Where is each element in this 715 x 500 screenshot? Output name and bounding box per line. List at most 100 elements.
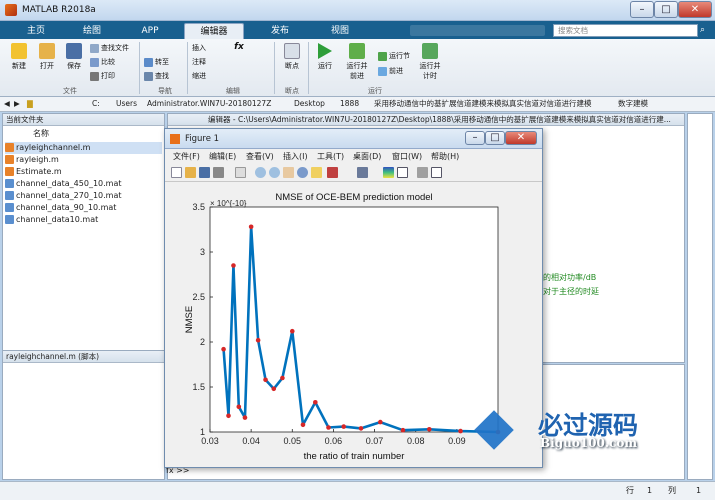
menu-window[interactable]: 窗口(W) — [392, 150, 422, 164]
editor-title: 编辑器 - C:\Users\Administrator.WIN7U-20180… — [168, 114, 684, 126]
new-button[interactable]: 新建 — [6, 43, 32, 71]
figure-title-bar: Figure 1 – □ ✕ — [165, 129, 542, 149]
run-section-button[interactable]: 运行节 — [378, 51, 414, 61]
address-bar[interactable]: ◀ ▶ ▇ C: Users Administrator.WIN7U-20180… — [0, 97, 715, 112]
list-item[interactable]: channel_data_90_10.mat — [5, 202, 116, 214]
folder-icon — [39, 43, 55, 59]
run-advance-button[interactable]: 运行并 前进 — [342, 43, 372, 81]
data-point — [236, 404, 242, 410]
divider — [274, 42, 275, 94]
figure-minimize-button[interactable]: – — [465, 131, 485, 145]
show-plot-tools-icon[interactable] — [431, 167, 442, 178]
tab-view[interactable]: 视图 — [316, 23, 364, 39]
menu-file[interactable]: 文件(F) — [173, 150, 200, 164]
breadcrumb-admin[interactable]: Administrator.WIN7U-20180127Z — [147, 97, 271, 111]
print-icon[interactable] — [213, 167, 224, 178]
tab-plots[interactable]: 绘图 — [70, 23, 114, 39]
list-item[interactable]: channel_data_270_10.mat — [5, 190, 122, 202]
brush-icon[interactable] — [327, 167, 338, 178]
zoom-out-icon[interactable] — [269, 167, 280, 178]
back-arrow-icon[interactable]: ◀ — [4, 97, 10, 111]
list-item[interactable]: channel_data_450_10.mat — [5, 178, 122, 190]
link-icon[interactable] — [357, 167, 368, 178]
details-header: rayleighchannel.m (脚本) — [3, 351, 164, 363]
search-icon[interactable]: ⌕ — [700, 25, 705, 35]
legend-icon[interactable] — [397, 167, 408, 178]
list-item[interactable]: rayleigh.m — [5, 154, 59, 166]
breadcrumb-desktop[interactable]: Desktop — [294, 97, 325, 111]
save-button[interactable]: 保存 — [61, 43, 87, 71]
breadcrumb-1888[interactable]: 1888 — [340, 97, 359, 111]
tab-editor[interactable]: 编辑器 — [184, 23, 244, 39]
list-item[interactable]: Estimate.m — [5, 166, 62, 178]
find-files-button[interactable]: 查找文件 — [90, 43, 136, 53]
menu-desktop[interactable]: 桌面(D) — [353, 150, 381, 164]
menu-edit[interactable]: 编辑(E) — [209, 150, 236, 164]
open-icon[interactable] — [185, 167, 196, 178]
zoom-in-icon[interactable] — [255, 167, 266, 178]
data-point — [271, 386, 277, 392]
row-value: 1 — [647, 486, 653, 495]
print-icon — [90, 71, 99, 81]
breadcrumb-drive[interactable]: C: — [92, 97, 100, 111]
go-to-button[interactable]: 转至 — [144, 57, 184, 67]
list-item[interactable]: channel_data10.mat — [5, 214, 98, 226]
run-advance-icon — [349, 43, 365, 59]
maximize-button[interactable]: □ — [654, 1, 678, 18]
open-button[interactable]: 打开 — [34, 43, 60, 71]
data-cursor-icon[interactable] — [311, 167, 322, 178]
data-point — [341, 424, 347, 429]
y-tick-label: 3 — [200, 247, 205, 257]
group-run-label: 运行 — [368, 87, 382, 95]
list-item[interactable]: rayleighchannel.m — [5, 142, 162, 154]
figure-close-button[interactable]: ✕ — [505, 131, 537, 145]
command-prompt[interactable]: fx >> — [166, 466, 543, 480]
x-tick-label: 0.06 — [325, 436, 343, 446]
fx-button[interactable]: fx — [232, 42, 246, 52]
figure-maximize-button[interactable]: □ — [485, 131, 505, 145]
search-input[interactable]: 搜索文档 — [553, 24, 698, 37]
forward-arrow-icon[interactable]: ▶ — [14, 97, 20, 111]
run-button[interactable]: 运行 — [312, 43, 338, 71]
save-icon[interactable] — [199, 167, 210, 178]
row-label: 行 — [626, 486, 634, 495]
rotate-icon[interactable] — [297, 167, 308, 178]
compare-button[interactable]: 比较 — [90, 57, 136, 67]
pointer-icon[interactable] — [235, 167, 246, 178]
minimize-button[interactable]: – — [630, 1, 654, 18]
comment-button[interactable]: 注释 — [192, 57, 216, 67]
y-tick-label: 1 — [200, 427, 205, 437]
up-folder-icon[interactable]: ▇ — [27, 97, 33, 111]
title-bar: MATLAB R2018a – □ ✕ — [0, 0, 715, 21]
data-point — [326, 425, 331, 430]
print-button[interactable]: 打印 — [90, 71, 136, 81]
menu-tools[interactable]: 工具(T) — [317, 150, 344, 164]
hide-plot-tools-icon[interactable] — [417, 167, 428, 178]
run-icon — [318, 43, 332, 59]
new-figure-icon[interactable] — [171, 167, 182, 178]
find-button[interactable]: 查找 — [144, 71, 184, 81]
menu-insert[interactable]: 插入(I) — [283, 150, 308, 164]
quick-access-toolbar[interactable] — [410, 25, 545, 36]
advance-button[interactable]: 前进 — [378, 66, 414, 76]
m-file-icon — [5, 167, 14, 176]
close-button[interactable]: ✕ — [678, 1, 712, 18]
menu-help[interactable]: 帮助(H) — [431, 150, 459, 164]
breadcrumb-modeling[interactable]: 数字建模 — [618, 97, 648, 111]
ribbon-toolstrip: 新建 打开 保存 查找文件 比较 打印 文件 转至 查找 导航 插入 fx 注释… — [0, 39, 715, 97]
tab-publish[interactable]: 发布 — [256, 23, 304, 39]
insert-button[interactable]: 插入 — [192, 43, 216, 53]
pan-icon[interactable] — [283, 167, 294, 178]
breadcrumb-project[interactable]: 采用移动通信中的基扩展信道建模来模拟真实信道对信道进行建模 — [374, 97, 592, 111]
tab-apps[interactable]: APP — [128, 23, 172, 39]
run-time-button[interactable]: 运行并 计时 — [416, 43, 444, 81]
divider — [308, 42, 309, 94]
data-point — [242, 415, 248, 420]
indent-button[interactable]: 缩进 — [192, 71, 216, 81]
column-header-name[interactable]: 名称 — [33, 128, 49, 139]
tab-home[interactable]: 主页 — [14, 23, 58, 39]
menu-view[interactable]: 查看(V) — [246, 150, 274, 164]
breadcrumb-users[interactable]: Users — [116, 97, 137, 111]
breakpoints-button[interactable]: 断点 — [279, 43, 305, 71]
colorbar-icon[interactable] — [383, 167, 394, 178]
